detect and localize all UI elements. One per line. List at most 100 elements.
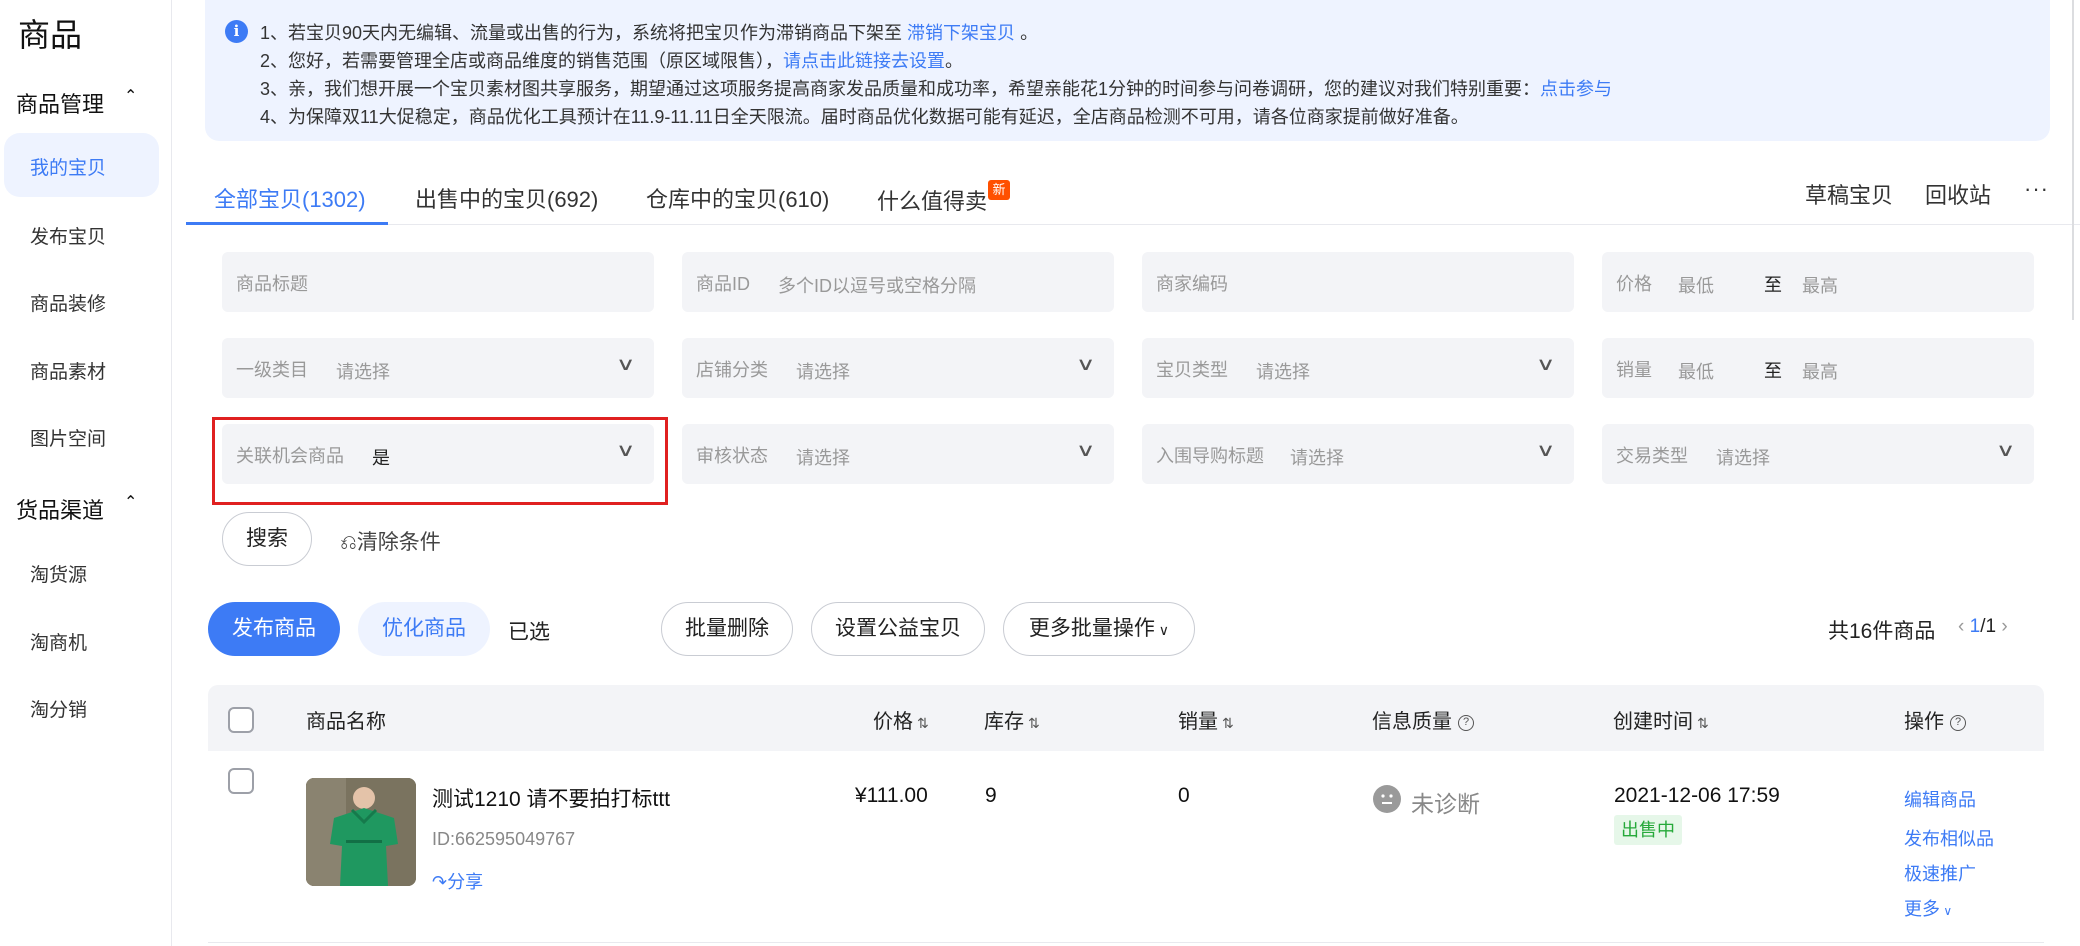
- sidebar-item-my-products[interactable]: 我的宝贝: [4, 133, 159, 197]
- pagination: ‹ 1/1 ›: [1958, 616, 2008, 637]
- tab-in-warehouse[interactable]: 仓库中的宝贝(610): [646, 182, 829, 214]
- notice-line-2: 2、您好，若需要管理全店或商品维度的销售范围（原区域限售），请点击此链接去设置。: [260, 51, 964, 71]
- help-icon[interactable]: ?: [1458, 714, 1474, 731]
- sort-icon: ⇅: [917, 715, 929, 731]
- sidebar: 商品 商品管理 ⌃ 我的宝贝 发布宝贝 商品装修 商品素材 图片空间 货品渠道 …: [0, 0, 172, 946]
- current-page[interactable]: 1: [1970, 616, 1981, 637]
- tab-all-products[interactable]: 全部宝贝(1302): [214, 182, 366, 214]
- selected-label: 已选: [508, 621, 550, 644]
- header-stock[interactable]: 库存 ⇅: [984, 705, 1040, 734]
- header-created[interactable]: 创建时间 ⇅: [1613, 705, 1709, 734]
- chevron-down-icon: ∨: [615, 354, 636, 374]
- status-badge: 出售中: [1614, 815, 1682, 845]
- product-stock: 9: [985, 784, 997, 807]
- header-name: 商品名称: [306, 711, 386, 733]
- sidebar-item-decoration[interactable]: 商品装修: [30, 289, 106, 316]
- notice-banner: i 1、若宝贝90天内无编辑、流量或出售的行为，系统将把宝贝作为滞销商品下架至 …: [205, 0, 2050, 141]
- chevron-down-icon: ∨: [1940, 904, 1953, 918]
- batch-delete-button[interactable]: 批量删除: [661, 602, 793, 656]
- notice-line-1: 1、若宝贝90天内无编辑、流量或出售的行为，系统将把宝贝作为滞销商品下架至 滞销…: [260, 23, 1039, 43]
- more-batch-actions-button[interactable]: 更多批量操作 ∨: [1003, 602, 1195, 656]
- sales-max[interactable]: 最高: [1802, 358, 1838, 384]
- tab-worth-selling[interactable]: 什么值得卖: [877, 184, 987, 216]
- price-min[interactable]: 最低: [1678, 272, 1714, 298]
- row-checkbox[interactable]: [228, 768, 254, 794]
- active-tab-indicator: [186, 222, 388, 225]
- table-header: 商品名称 价格 ⇅ 库存 ⇅ 销量 ⇅ 信息质量? 创建时间 ⇅ 操作?: [208, 685, 2044, 751]
- info-icon: i: [225, 20, 248, 43]
- audit-status-select[interactable]: 审核状态 请选择 ∨: [682, 424, 1114, 484]
- sidebar-item-taohuoyuan[interactable]: 淘货源: [30, 560, 87, 587]
- header-quality: 信息质量?: [1372, 705, 1474, 734]
- page: 商品 商品管理 ⌃ 我的宝贝 发布宝贝 商品装修 商品素材 图片空间 货品渠道 …: [0, 0, 2080, 946]
- header-sales[interactable]: 销量 ⇅: [1178, 705, 1234, 734]
- sales-min[interactable]: 最低: [1678, 358, 1714, 384]
- chevron-up-icon[interactable]: ⌃: [124, 86, 137, 106]
- price-range-input[interactable]: 价格 最低 至 最高: [1602, 252, 2034, 312]
- product-thumbnail[interactable]: [306, 778, 416, 886]
- chevron-up-icon[interactable]: ⌃: [124, 492, 137, 512]
- chevron-down-icon: ∨: [1075, 440, 1096, 460]
- tabs-divider: [186, 224, 2080, 225]
- search-button[interactable]: 搜索: [222, 512, 312, 566]
- product-id-input[interactable]: 商品ID 多个ID以逗号或空格分隔: [682, 252, 1114, 312]
- row-divider: [208, 942, 2044, 943]
- more-ops-link[interactable]: 更多 ∨: [1904, 895, 1952, 921]
- sidebar-item-image-space[interactable]: 图片空间: [30, 424, 106, 451]
- tab-on-sale[interactable]: 出售中的宝贝(692): [415, 182, 598, 214]
- publish-product-button[interactable]: 发布商品: [208, 602, 340, 656]
- price-max[interactable]: 最高: [1802, 272, 1838, 298]
- new-badge: 新: [988, 180, 1010, 200]
- sidebar-item-taoshangji[interactable]: 淘商机: [30, 628, 87, 655]
- unsold-products-link[interactable]: 滞销下架宝贝: [907, 23, 1015, 43]
- select-all-checkbox[interactable]: [228, 707, 254, 733]
- optimize-product-button[interactable]: 优化商品: [358, 602, 490, 656]
- sales-range-input[interactable]: 销量 最低 至 最高: [1602, 338, 2034, 398]
- notice-line-4: 4、为保障双11大促稳定，商品优化工具预计在11.9-11.11日全天限流。届时…: [260, 107, 1469, 127]
- product-id: ID:662595049767: [432, 829, 576, 849]
- charity-product-button[interactable]: 设置公益宝贝: [811, 602, 985, 656]
- chevron-down-icon: ∨: [1535, 354, 1556, 374]
- sort-icon: ⇅: [1697, 715, 1709, 731]
- sidebar-section-channels[interactable]: 货品渠道: [16, 493, 104, 525]
- sort-icon: ⇅: [1222, 715, 1234, 731]
- help-icon[interactable]: ?: [1950, 714, 1966, 731]
- sidebar-item-publish[interactable]: 发布宝贝: [30, 222, 106, 249]
- header-price[interactable]: 价格 ⇅: [873, 705, 929, 734]
- next-page-icon[interactable]: ›: [2001, 616, 2007, 637]
- total-count: 共16件商品: [1828, 620, 1936, 643]
- trade-type-select[interactable]: 交易类型 请选择 ∨: [1602, 424, 2034, 484]
- sidebar-title: 商品: [18, 17, 83, 53]
- title-input[interactable]: 商品标题: [222, 252, 654, 312]
- product-type-select[interactable]: 宝贝类型 请选择 ∨: [1142, 338, 1574, 398]
- chevron-down-icon: ∨: [1154, 622, 1170, 638]
- product-sales: 0: [1178, 784, 1190, 807]
- quick-promote-link[interactable]: 极速推广: [1904, 860, 1976, 886]
- guide-title-select[interactable]: 入围导购标题 请选择 ∨: [1142, 424, 1574, 484]
- edit-product-link[interactable]: 编辑商品: [1904, 786, 1976, 812]
- sales-range-link[interactable]: 请点击此链接去设置: [783, 51, 945, 71]
- eraser-icon: ⎌: [340, 531, 357, 554]
- sidebar-section-product-management[interactable]: 商品管理: [16, 87, 104, 119]
- share-button[interactable]: ↷分享: [432, 868, 483, 894]
- product-image: [306, 778, 416, 886]
- more-icon[interactable]: ···: [2024, 176, 2049, 202]
- publish-similar-link[interactable]: 发布相似品: [1904, 825, 1994, 851]
- sort-icon: ⇅: [1028, 715, 1040, 731]
- clear-conditions-button[interactable]: ⎌清除条件: [340, 526, 441, 556]
- sidebar-item-taofenxiao[interactable]: 淘分销: [30, 695, 87, 722]
- notice-line-3: 3、亲，我们想开展一个宝贝素材图共享服务，期望通过这项服务提高商家发品质量和成功…: [260, 79, 1613, 99]
- drafts-link[interactable]: 草稿宝贝: [1805, 178, 1893, 210]
- category-select[interactable]: 一级类目 请选择 ∨: [222, 338, 654, 398]
- created-time: 2021-12-06 17:59: [1614, 784, 1780, 807]
- chevron-down-icon: ∨: [1535, 440, 1556, 460]
- shop-category-select[interactable]: 店铺分类 请选择 ∨: [682, 338, 1114, 398]
- prev-page-icon[interactable]: ‹: [1958, 616, 1964, 637]
- product-title[interactable]: 测试1210 请不要拍打标ttt: [432, 783, 670, 813]
- survey-link[interactable]: 点击参与: [1540, 79, 1612, 99]
- scrollbar[interactable]: [2072, 0, 2074, 320]
- sidebar-item-material[interactable]: 商品素材: [30, 357, 106, 384]
- merchant-code-input[interactable]: 商家编码: [1142, 252, 1574, 312]
- recycle-bin-link[interactable]: 回收站: [1925, 178, 1991, 210]
- quality-status: 未诊断: [1411, 791, 1480, 817]
